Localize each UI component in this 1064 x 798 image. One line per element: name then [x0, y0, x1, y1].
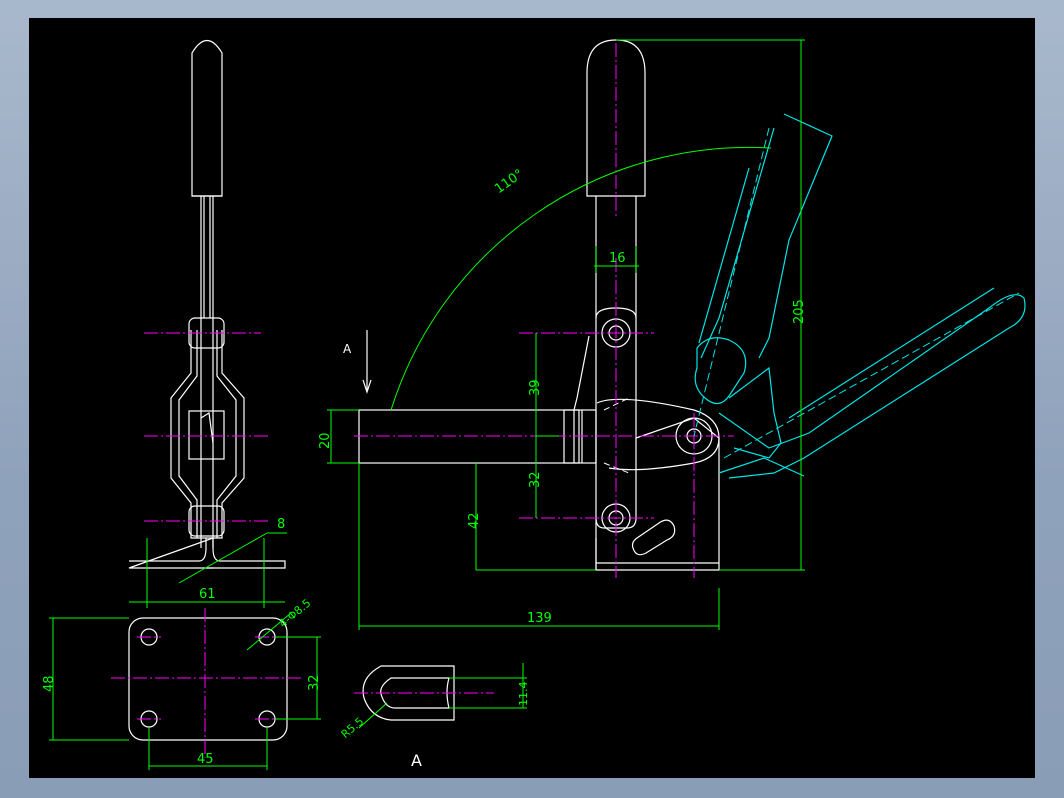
- handle-grip: [191, 39, 223, 197]
- linkage-outer: [170, 330, 245, 539]
- base-plate-side: [128, 537, 286, 569]
- dim-angle: 110°: [492, 167, 526, 197]
- dim-slot-width: 11.4: [517, 682, 530, 707]
- detail-view-a: 11.4 R5.5 A: [339, 663, 530, 770]
- angle-arc: [390, 146, 772, 411]
- dim-handle-width: 16: [609, 251, 626, 266]
- dim-base-height: 42: [467, 512, 482, 529]
- dim-hole-spacing-v: 32: [307, 674, 322, 691]
- view-arrow-label: A: [343, 342, 352, 356]
- dim-pivot-v2: 32: [528, 471, 543, 488]
- front-view: 110° A 205 16 39 32 20 42 139: [318, 39, 1026, 630]
- dim-overall-length: 139: [527, 611, 552, 626]
- dim-slot-radius: R5.5: [339, 715, 367, 741]
- clamp-drawing: 61 8 48 32 45 4-Φ8.5 110° A 205 16 39 32…: [42, 39, 1026, 770]
- plan-view: 48 32 45 4-Φ8.5: [42, 596, 322, 770]
- cad-canvas: 61 8 48 32 45 4-Φ8.5 110° A 205 16 39 32…: [29, 18, 1035, 778]
- detail-view-title: A: [411, 751, 422, 770]
- dim-bar-height: 20: [318, 432, 333, 449]
- dim-side-width: 61: [199, 587, 216, 602]
- dim-hole-spacing-h: 45: [197, 752, 214, 767]
- dim-plate-height: 48: [42, 675, 57, 692]
- dim-side-thickness: 8: [277, 517, 285, 532]
- dim-pivot-v1: 39: [528, 379, 543, 396]
- body-block: [595, 417, 720, 571]
- dim-overall-height: 205: [792, 299, 807, 324]
- side-view: 61 8: [128, 39, 287, 608]
